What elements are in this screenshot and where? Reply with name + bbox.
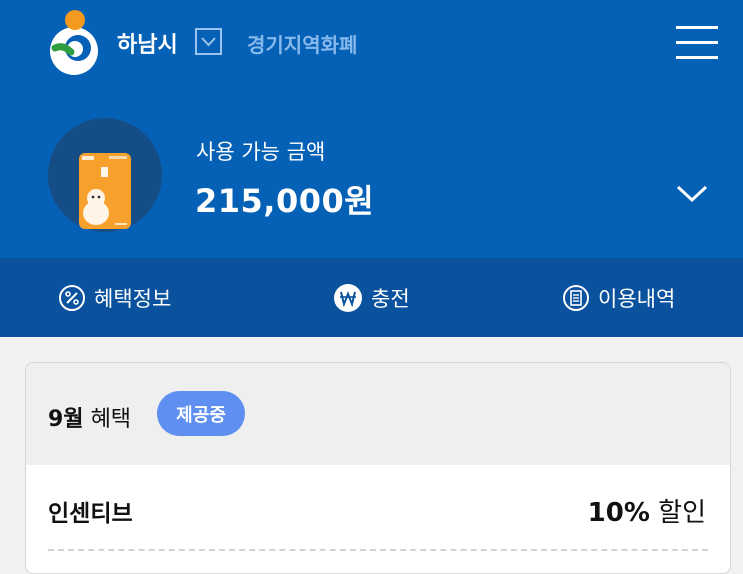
city-dropdown-button[interactable] <box>195 28 222 55</box>
tab-charge-label: 충전 <box>371 286 410 311</box>
chevron-down-icon[interactable] <box>675 180 709 206</box>
quick-menu-bar: 혜택정보 충전 이용내역 <box>0 258 743 337</box>
tab-charge[interactable]: 충전 <box>333 258 410 337</box>
receipt-icon <box>563 284 589 311</box>
city-name[interactable]: 하남시 <box>117 27 178 59</box>
divider <box>48 549 708 551</box>
benefit-panel: 9월 혜택 제공중 인센티브 10% 할인 <box>25 362 731 574</box>
available-amount-value: 215,000원 <box>195 182 375 220</box>
tab-benefits-label: 혜택정보 <box>94 286 172 311</box>
benefit-panel-header: 9월 혜택 제공중 <box>26 363 730 465</box>
region-currency-label: 경기지역화폐 <box>247 33 358 57</box>
incentive-rate: 10% <box>587 498 650 528</box>
card-character-icon <box>82 156 127 225</box>
status-badge: 제공중 <box>157 391 245 436</box>
incentive-label: 인센티브 <box>48 501 133 527</box>
tab-benefits[interactable]: 혜택정보 <box>58 258 171 337</box>
benefit-title-text: 혜택 <box>90 407 132 432</box>
hanam-logo-icon <box>50 10 98 75</box>
tab-history-label: 이용내역 <box>598 286 676 311</box>
benefit-title: 9월 혜택 <box>48 401 131 433</box>
app-header: 하남시 경기지역화폐 사용 가능 금액 215,000원 <box>0 0 743 258</box>
available-amount-label: 사용 가능 금액 <box>196 140 326 164</box>
incentive-suffix: 할인 <box>658 498 706 528</box>
tab-history[interactable]: 이용내역 <box>562 258 675 337</box>
hamburger-menu-icon[interactable] <box>676 23 718 61</box>
won-icon <box>334 283 362 312</box>
chevron-down-icon <box>201 37 216 47</box>
benefit-month: 9월 <box>48 407 84 432</box>
percent-icon <box>59 284 85 311</box>
payment-card-image[interactable] <box>79 153 131 229</box>
incentive-value: 10% 할인 <box>588 492 706 529</box>
